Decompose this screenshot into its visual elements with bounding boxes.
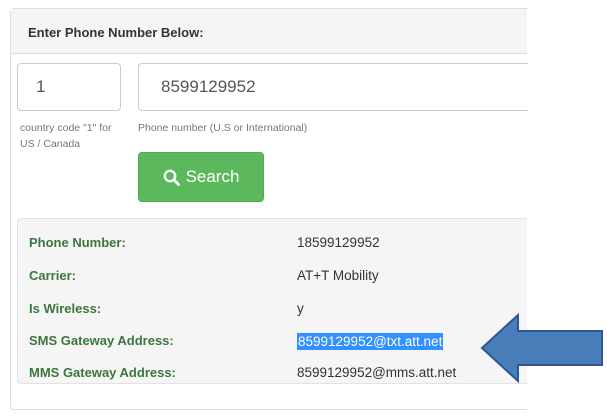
phone-number-help: Phone number (U.S or International) xyxy=(138,122,308,134)
result-value: 18599129952 xyxy=(297,235,380,250)
result-label: MMS Gateway Address: xyxy=(29,365,176,380)
results-well: Phone Number: 18599129952 Carrier: AT+T … xyxy=(17,218,527,384)
search-button[interactable]: Search xyxy=(138,152,264,202)
result-value: 8599129952@mms.att.net xyxy=(297,365,457,380)
panel-title: Enter Phone Number Below: xyxy=(28,25,204,40)
result-value: y xyxy=(297,301,304,316)
country-code-help: country code "1" for US / Canada xyxy=(20,122,112,150)
search-button-label: Search xyxy=(185,167,240,186)
country-code-input[interactable]: 1 xyxy=(17,63,121,111)
phone-number-input[interactable]: 8599129952 xyxy=(138,63,528,111)
phone-number-value: 8599129952 xyxy=(161,77,256,96)
result-value-selected[interactable]: 8599129952@txt.att.net xyxy=(297,333,444,350)
panel-heading: Enter Phone Number Below: xyxy=(11,9,527,54)
result-value: AT+T Mobility xyxy=(297,268,379,283)
result-row-is-wireless: Is Wireless: y xyxy=(18,301,527,323)
result-label: Carrier: xyxy=(29,268,76,283)
result-row-carrier: Carrier: AT+T Mobility xyxy=(18,268,527,290)
result-row-phone-number: Phone Number: 18599129952 xyxy=(18,235,527,257)
left-arrow-icon xyxy=(480,312,605,389)
result-row-sms-gateway: SMS Gateway Address: 8599129952@txt.att.… xyxy=(18,333,527,355)
result-label: Phone Number: xyxy=(29,235,126,250)
search-icon xyxy=(163,169,180,186)
result-label: SMS Gateway Address: xyxy=(29,333,174,348)
result-row-mms-gateway: MMS Gateway Address: 8599129952@mms.att.… xyxy=(18,365,527,387)
result-label: Is Wireless: xyxy=(29,301,102,316)
country-code-value: 1 xyxy=(36,77,46,96)
